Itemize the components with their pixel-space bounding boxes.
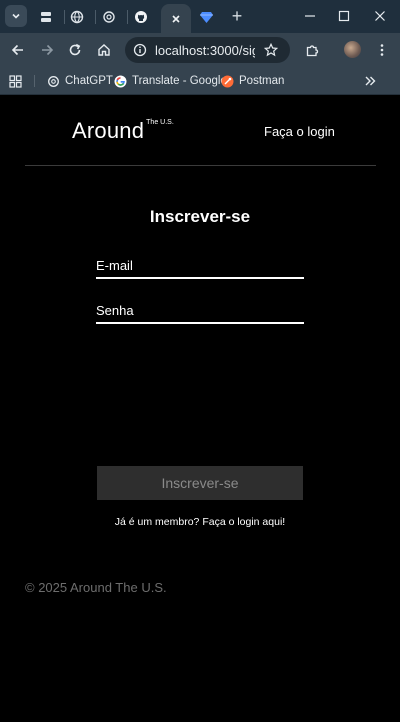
tab-search-dropdown[interactable]	[5, 5, 27, 27]
maximize-icon	[338, 10, 350, 22]
reload-icon	[69, 43, 81, 56]
more-bookmarks-button[interactable]	[364, 72, 376, 90]
profile-avatar[interactable]	[344, 41, 361, 58]
tab-6[interactable]	[191, 4, 221, 30]
tab-1[interactable]	[31, 4, 61, 30]
arrow-right-icon	[42, 44, 54, 56]
bookmark-label: ChatGPT	[65, 75, 113, 87]
header-divider	[25, 165, 376, 166]
bookmark-label: Translate - Google	[132, 75, 227, 87]
close-icon[interactable]	[171, 14, 181, 24]
tab-active[interactable]	[161, 4, 191, 33]
extensions-button[interactable]	[300, 38, 324, 62]
chevron-down-icon	[12, 13, 20, 19]
browser-toolbar: localhost:3000/sig...	[0, 33, 400, 66]
close-icon	[375, 11, 385, 21]
globe-icon	[70, 10, 84, 24]
browser-tab-bar: +	[0, 0, 400, 33]
reload-button[interactable]	[63, 38, 87, 62]
form-title: Inscrever-se	[149, 207, 251, 226]
chatgpt-icon	[46, 74, 60, 88]
maximize-button[interactable]	[329, 5, 359, 27]
password-field[interactable]	[96, 298, 304, 322]
google-icon	[113, 74, 127, 88]
star-icon[interactable]	[264, 43, 278, 57]
signup-button[interactable]: Inscrever-se	[97, 466, 303, 500]
chevron-double-right-icon	[365, 76, 376, 86]
postman-icon	[220, 74, 234, 88]
bookmark-postman[interactable]: Postman	[220, 72, 284, 90]
footer-copyright: © 2025 Around The U.S.	[25, 580, 167, 595]
home-icon	[98, 44, 110, 56]
apps-button[interactable]	[9, 72, 22, 90]
site-info-icon[interactable]	[133, 43, 147, 57]
bookmark-label: Postman	[239, 75, 285, 87]
page-content: Around The U.S. Faça o login Inscrever-s…	[0, 96, 400, 722]
bookmarks-bar: ChatGPT Translate - Google Postman	[0, 66, 400, 95]
github-icon	[135, 11, 147, 23]
bookmark-translate-google[interactable]: Translate - Google	[113, 72, 227, 90]
chatgpt-icon	[103, 11, 115, 23]
bookmark-chatgpt[interactable]: ChatGPT	[46, 72, 113, 90]
minimize-button[interactable]	[295, 5, 325, 27]
email-field[interactable]	[96, 253, 304, 277]
logo-main-text: Around	[72, 118, 145, 143]
email-field-wrapper	[96, 253, 304, 279]
header-login-link[interactable]: Faça o login	[264, 124, 335, 139]
tab-4[interactable]	[126, 4, 156, 30]
tab-stack-icon	[41, 12, 51, 22]
site-logo[interactable]: Around The U.S.	[72, 118, 174, 144]
more-vert-icon	[380, 44, 384, 56]
new-tab-button[interactable]: +	[227, 5, 247, 27]
minimize-icon	[305, 15, 315, 17]
home-button[interactable]	[92, 38, 116, 62]
back-button[interactable]	[6, 38, 30, 62]
tab-3[interactable]	[94, 4, 124, 30]
bookmark-separator	[34, 75, 35, 87]
address-bar[interactable]: localhost:3000/sig...	[125, 37, 290, 63]
puzzle-icon	[306, 44, 318, 56]
password-field-wrapper	[96, 298, 304, 324]
login-link[interactable]: Já é um membro? Faça o login aqui!	[0, 516, 400, 528]
gem-icon	[199, 12, 213, 23]
tab-2[interactable]	[62, 4, 92, 30]
address-text: localhost:3000/sig...	[155, 42, 255, 58]
window-close-button[interactable]	[365, 5, 395, 27]
arrow-left-icon	[11, 44, 23, 56]
logo-superscript: The U.S.	[146, 119, 174, 126]
apps-grid-icon	[9, 74, 22, 88]
forward-button[interactable]	[35, 38, 59, 62]
menu-button[interactable]	[370, 38, 394, 62]
